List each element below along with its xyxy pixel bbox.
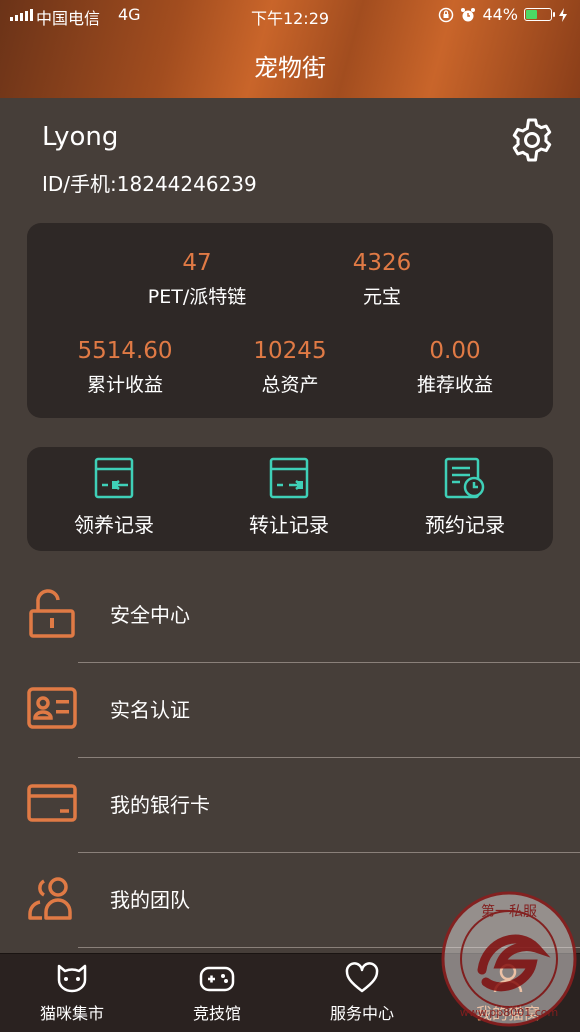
bottom-tab-bar: 猫咪集市 竞技馆 服务中心 我的猫窝	[0, 953, 580, 1032]
menu-item-my-team[interactable]: 我的团队	[0, 852, 580, 947]
stat-pet: 47 PET/派特链	[107, 250, 287, 309]
referral-value: 0.00	[429, 338, 481, 364]
cat-icon	[57, 964, 87, 993]
adopt-record-icon	[94, 457, 134, 499]
menu-item-security-center[interactable]: 安全中心	[0, 567, 580, 662]
gamepad-icon	[199, 966, 235, 992]
tab-label-arena: 竞技馆	[192, 1004, 241, 1023]
reservation-record-label: 预约记录	[425, 513, 505, 537]
user-icon	[493, 963, 523, 993]
cumulative-label: 累计收益	[86, 374, 163, 396]
menu-item-bank-card[interactable]: 我的银行卡	[0, 757, 580, 852]
menu-label-my-team: 我的团队	[110, 888, 190, 912]
transfer-record-icon	[269, 457, 309, 499]
pet-label: PET/派特链	[147, 286, 247, 308]
battery-percent: 44%	[482, 5, 518, 24]
alarm-icon	[461, 7, 476, 21]
total-assets-label: 总资产	[261, 374, 319, 396]
team-icon	[28, 877, 72, 920]
tab-label-service-center: 服务中心	[329, 1004, 394, 1023]
tab-arena[interactable]: 竞技馆	[147, 962, 287, 1024]
menu-label-security-center: 安全中心	[110, 603, 190, 627]
asset-stats-card: 47 PET/派特链 4326 元宝 5514.60 累计收益 10245 总资…	[27, 223, 553, 418]
reservation-record-button[interactable]: 预约记录	[395, 457, 535, 538]
menu-label-real-name: 实名认证	[110, 698, 190, 722]
menu-label-bank-card: 我的银行卡	[110, 793, 210, 817]
tab-label-my-den: 我的猫窝	[475, 1004, 540, 1023]
referral-label: 推荐收益	[416, 374, 493, 396]
page-title: 宠物街	[254, 54, 326, 82]
adopt-record-label: 领养记录	[74, 513, 154, 537]
bank-card-icon	[27, 784, 77, 822]
adopt-record-button[interactable]: 领养记录	[44, 457, 184, 538]
menu-item-real-name[interactable]: 实名认证	[0, 662, 580, 757]
cumulative-value: 5514.60	[77, 338, 173, 364]
total-assets-value: 10245	[253, 338, 327, 364]
stat-referral: 0.00 推荐收益	[365, 338, 545, 397]
tab-label-cat-market: 猫咪集市	[39, 1004, 104, 1023]
divider	[78, 947, 580, 948]
user-id-phone: ID/手机:18244246239	[42, 172, 257, 196]
transfer-record-button[interactable]: 转让记录	[219, 457, 359, 538]
charging-icon	[559, 7, 567, 22]
yuanbao-label: 元宝	[362, 286, 401, 308]
tab-cat-market[interactable]: 猫咪集市	[2, 962, 142, 1024]
stat-total-assets: 10245 总资产	[200, 338, 380, 397]
status-bar: 中国电信 4G 下午12:29 44%	[0, 0, 580, 30]
unlock-icon	[29, 589, 75, 638]
heart-icon	[345, 962, 379, 993]
yuanbao-value: 4326	[352, 250, 412, 276]
tab-my-den[interactable]: 我的猫窝	[438, 962, 578, 1024]
stat-yuanbao: 4326 元宝	[292, 250, 472, 309]
settings-gear-icon[interactable]	[508, 116, 556, 164]
rotation-lock-icon	[439, 7, 454, 22]
reservation-record-icon	[444, 457, 485, 499]
id-card-icon	[27, 687, 77, 729]
pet-value: 47	[182, 250, 212, 276]
transfer-record-label: 转让记录	[249, 513, 329, 537]
battery-icon	[524, 8, 555, 21]
header-bar: 中国电信 4G 下午12:29 44% 宠物街	[0, 0, 580, 98]
stat-cumulative: 5514.60 累计收益	[35, 338, 215, 397]
user-name: Lyong	[42, 122, 119, 152]
records-card: 领养记录 转让记录 预约记录	[27, 447, 553, 551]
tab-service-center[interactable]: 服务中心	[292, 962, 432, 1024]
